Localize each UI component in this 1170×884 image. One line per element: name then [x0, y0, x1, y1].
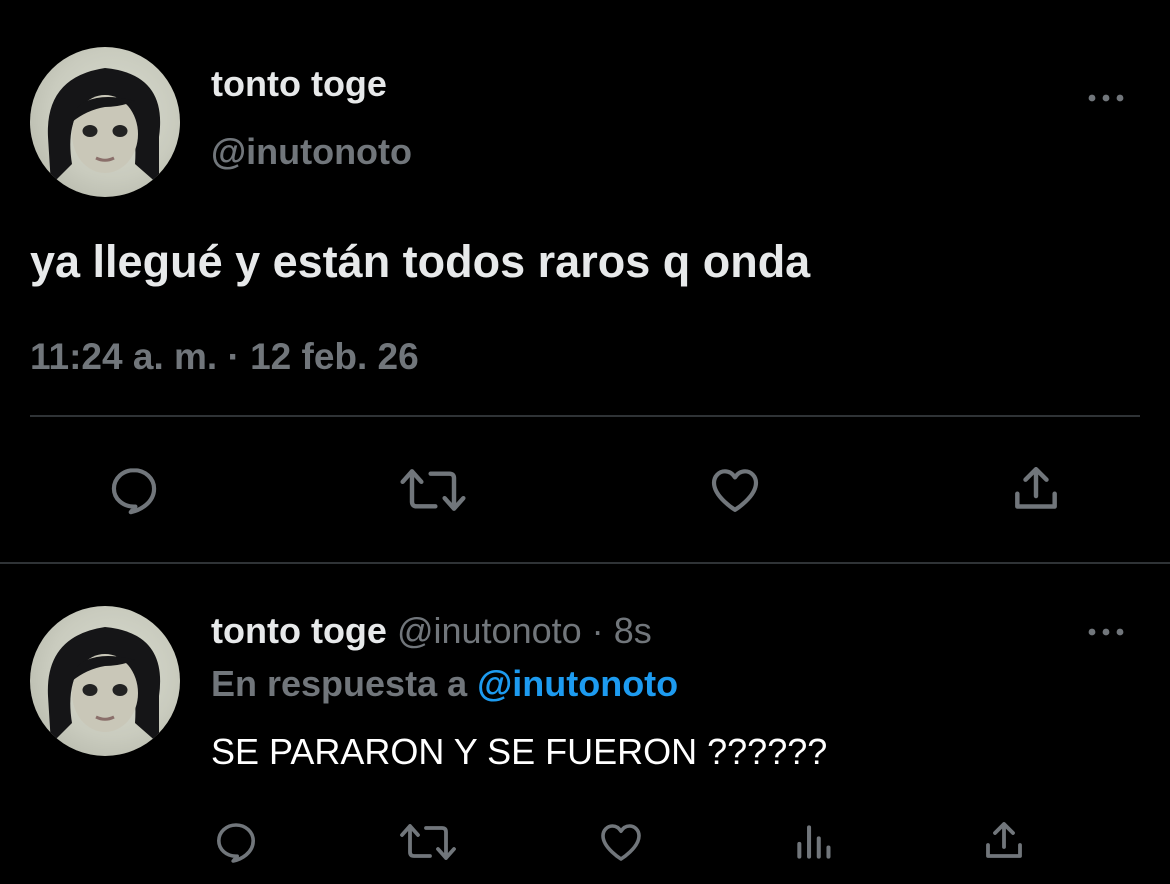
- main-tweet-divider: [30, 415, 1140, 417]
- in-reply-to-prefix: En respuesta a: [211, 663, 468, 704]
- main-tweet-timestamp[interactable]: 11:24 a. m. · 12 feb. 26: [30, 336, 419, 378]
- share-icon[interactable]: [1008, 460, 1064, 518]
- in-reply-to-line: En respuesta a @inutonoto: [211, 664, 678, 704]
- views-icon[interactable]: [792, 820, 836, 864]
- like-icon[interactable]: [706, 462, 764, 518]
- in-reply-to-handle[interactable]: @inutonoto: [477, 663, 678, 704]
- share-icon[interactable]: [980, 816, 1028, 866]
- main-author-name[interactable]: tonto toge: [211, 64, 387, 104]
- like-icon[interactable]: [596, 818, 646, 866]
- reply-icon[interactable]: [106, 462, 162, 518]
- reply-header: tonto toge @inutonoto · 8s: [211, 611, 652, 651]
- main-tweet-avatar[interactable]: [30, 47, 180, 197]
- reply-tweet-text: SE PARARON Y SE FUERON ??????: [211, 731, 828, 772]
- reply-author-name[interactable]: tonto toge: [211, 610, 387, 651]
- reply-more-options-icon[interactable]: [1086, 622, 1126, 642]
- retweet-icon[interactable]: [398, 462, 468, 518]
- reply-separator: ·: [591, 610, 604, 651]
- main-more-options-icon[interactable]: [1086, 88, 1126, 108]
- reply-tweet-avatar[interactable]: [30, 606, 180, 756]
- reply-age: 8s: [613, 610, 652, 651]
- avatar-face-icon: [47, 627, 161, 744]
- reply-author-handle[interactable]: @inutonoto: [397, 610, 582, 651]
- section-divider: [0, 562, 1170, 564]
- main-author-handle[interactable]: @inutonoto: [211, 132, 412, 172]
- main-tweet-text: ya llegué y están todos raros q onda: [30, 236, 811, 287]
- reply-icon[interactable]: [212, 818, 260, 866]
- avatar-face-icon: [47, 68, 161, 185]
- retweet-icon[interactable]: [398, 818, 458, 866]
